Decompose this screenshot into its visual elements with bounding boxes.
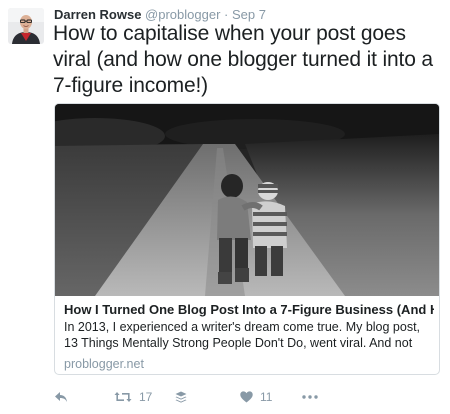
- more-dots-icon: [302, 395, 318, 399]
- like-count: 11: [260, 390, 273, 404]
- reply-button[interactable]: [54, 387, 68, 407]
- buffer-stack-icon: [175, 391, 187, 403]
- card-body: How I Turned One Blog Post Into a 7-Figu…: [64, 301, 434, 372]
- card-domain[interactable]: problogger.net: [64, 356, 434, 372]
- retweet-icon: [114, 391, 132, 403]
- author-handle[interactable]: @problogger: [145, 7, 220, 22]
- card-image: [55, 104, 439, 296]
- avatar-image: [8, 8, 44, 44]
- tweet[interactable]: Darren Rowse @problogger · Sep 7 How to …: [0, 0, 450, 414]
- buffer-button[interactable]: [175, 387, 187, 407]
- author-name[interactable]: Darren Rowse: [54, 7, 141, 22]
- tweet-text: How to capitalise when your post goes vi…: [53, 22, 433, 97]
- retweet-button[interactable]: 17: [114, 387, 152, 407]
- card-description: In 2013, I experienced a writer's dream …: [64, 320, 421, 350]
- tweet-date[interactable]: Sep 7: [232, 7, 266, 22]
- retweet-count: 17: [139, 390, 153, 404]
- card-title[interactable]: How I Turned One Blog Post Into a 7-Figu…: [64, 301, 434, 318]
- link-card[interactable]: How I Turned One Blog Post Into a 7-Figu…: [54, 103, 440, 375]
- card-photo: [55, 104, 439, 296]
- heart-icon: [240, 391, 253, 403]
- avatar[interactable]: [8, 8, 44, 44]
- more-button[interactable]: [302, 387, 318, 407]
- separator-dot: ·: [224, 7, 229, 22]
- reply-icon: [54, 391, 68, 403]
- like-button[interactable]: 11: [240, 387, 272, 407]
